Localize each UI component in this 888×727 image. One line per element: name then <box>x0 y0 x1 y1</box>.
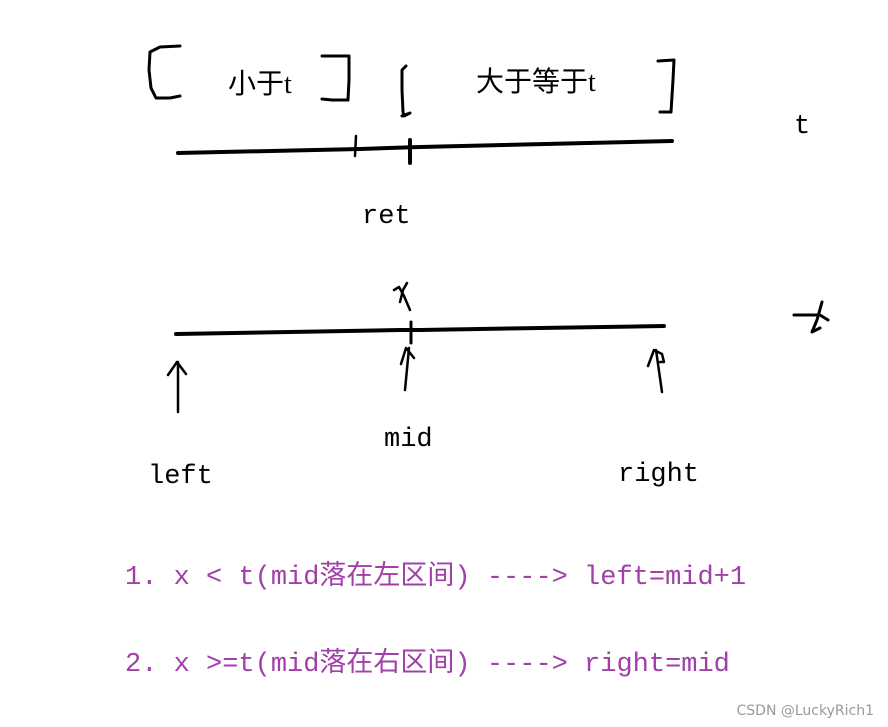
left-label: left <box>148 462 213 492</box>
left-pointer-arrow <box>166 360 188 414</box>
top-number-line <box>176 139 674 155</box>
left-interval-label: 小于t <box>228 69 292 100</box>
bottom-axis-t-mark <box>792 300 830 334</box>
rule-right-case: 2. x >=t(mid落在右区间) ----> right=mid <box>125 650 730 680</box>
right-interval-open-bracket <box>400 64 412 118</box>
left-interval-open-bracket <box>147 44 182 100</box>
ret-label: ret <box>362 202 411 232</box>
top-tick-small <box>353 134 358 158</box>
mid-pointer-arrow <box>399 346 416 392</box>
right-interval-close-bracket <box>656 58 676 114</box>
rule-left-case: 1. x < t(mid落在左区间) ----> left=mid+1 <box>125 563 747 593</box>
right-label: right <box>618 460 700 490</box>
diagram-canvas <box>147 44 830 414</box>
mid-label: mid <box>384 425 433 455</box>
right-pointer-arrow <box>646 348 666 394</box>
top-axis-t-label: t <box>794 112 811 142</box>
x-mark <box>392 281 412 312</box>
right-interval-label: 大于等于t <box>476 67 596 98</box>
watermark: CSDN @LuckyRich1 <box>736 703 874 719</box>
left-interval-close-bracket <box>320 54 351 102</box>
bottom-number-line <box>174 324 666 336</box>
